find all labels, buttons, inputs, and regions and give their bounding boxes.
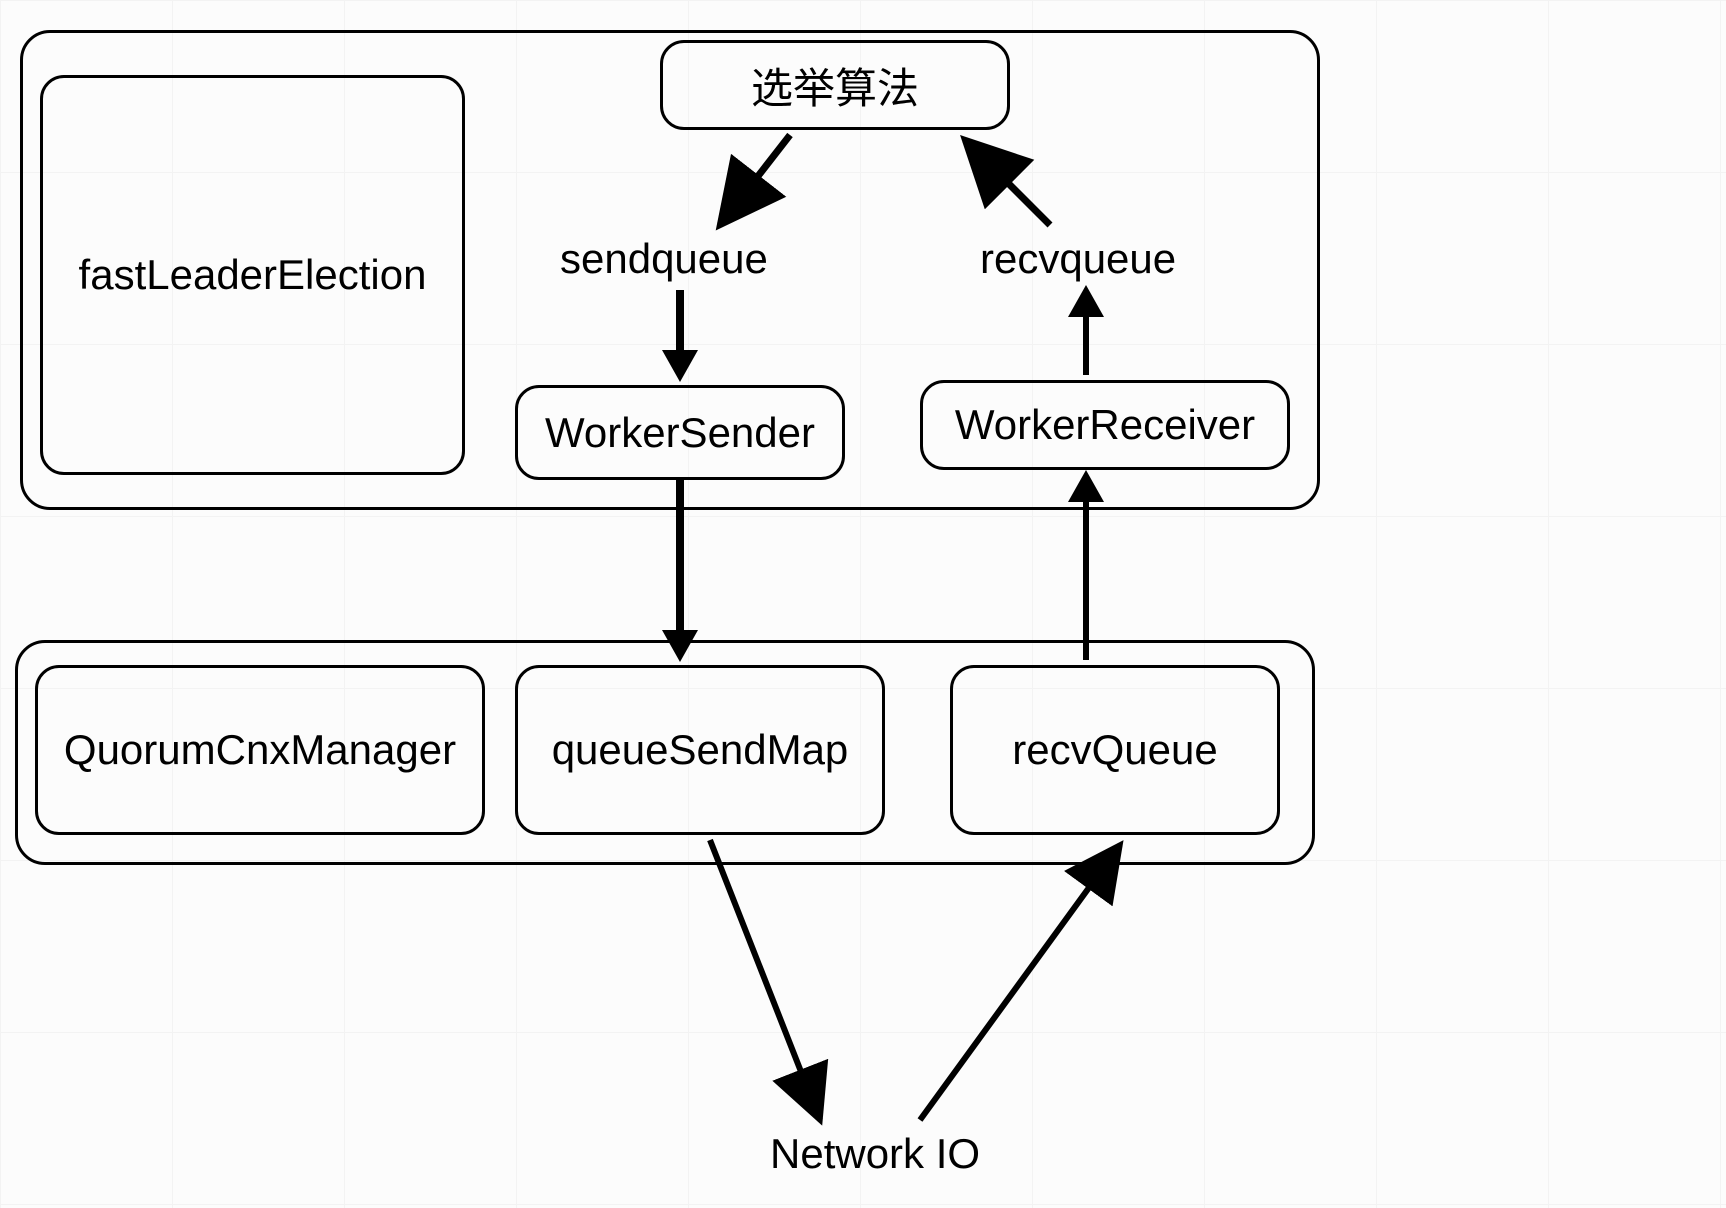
queue-send-map-label: queueSendMap	[552, 726, 849, 774]
arrow-sendqueue-to-workersender	[676, 290, 684, 358]
arrow-networkio-to-recvqueue	[920, 845, 1120, 1120]
arrow-workersender-to-queuesendmap-head	[662, 630, 698, 662]
queue-send-map-box: queueSendMap	[515, 665, 885, 835]
arrow-queuesendmap-to-networkio	[710, 840, 820, 1120]
quorum-cnx-manager-box: QuorumCnxManager	[35, 665, 485, 835]
quorum-cnx-manager-label: QuorumCnxManager	[64, 726, 456, 774]
sendqueue-label: sendqueue	[560, 235, 768, 283]
network-io-label: Network IO	[770, 1130, 980, 1178]
election-algo-label: 选举算法	[751, 55, 919, 116]
election-algo-box: 选举算法	[660, 40, 1010, 130]
fast-leader-election-box: fastLeaderElection	[40, 75, 465, 475]
recv-queue-box: recvQueue	[950, 665, 1280, 835]
arrow-workersender-to-queuesendmap	[676, 480, 684, 635]
fast-leader-election-label: fastLeaderElection	[79, 251, 427, 299]
arrow-workerreceiver-to-recvqueue-head	[1068, 285, 1104, 317]
recv-queue-label: recvQueue	[1012, 726, 1217, 774]
recvqueue-label: recvqueue	[980, 235, 1176, 283]
worker-receiver-box: WorkerReceiver	[920, 380, 1290, 470]
arrow-sendqueue-to-workersender-head	[662, 350, 698, 382]
arrow-recvqueuebox-to-workerreceiver	[1083, 500, 1089, 660]
worker-sender-label: WorkerSender	[545, 409, 815, 457]
arrow-recvqueuebox-to-workerreceiver-head	[1068, 470, 1104, 502]
worker-receiver-label: WorkerReceiver	[955, 401, 1255, 449]
worker-sender-box: WorkerSender	[515, 385, 845, 480]
arrow-workerreceiver-to-recvqueue	[1083, 315, 1089, 375]
